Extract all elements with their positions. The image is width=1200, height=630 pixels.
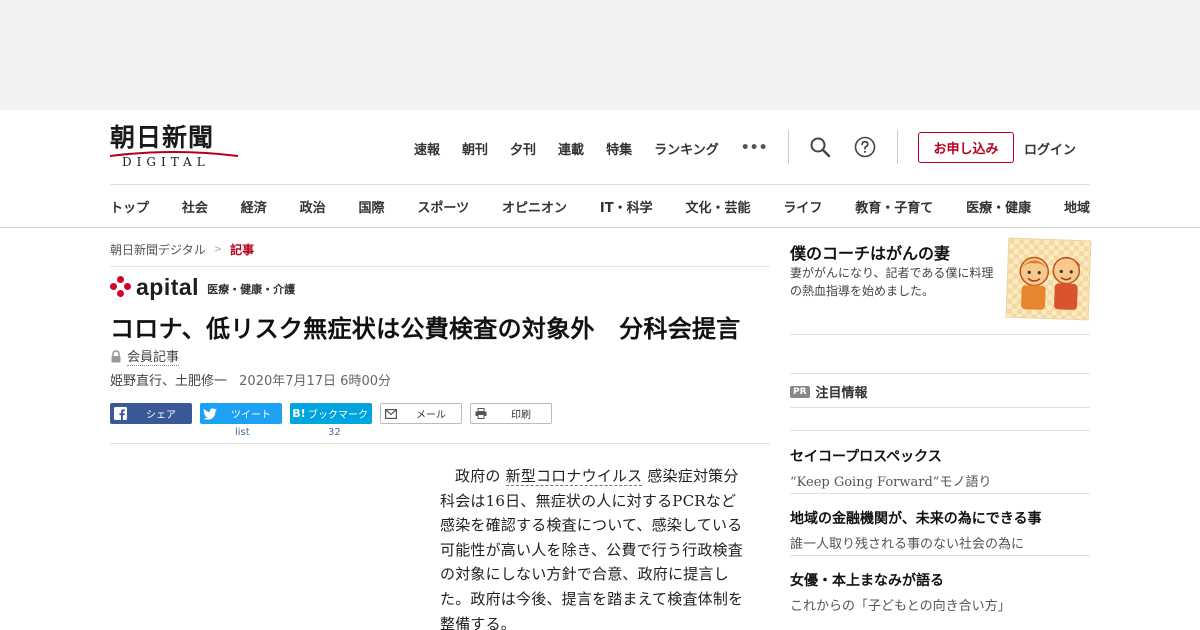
publish-date: 2020年7月17日 6時00分 (239, 374, 391, 389)
promo-illustration[interactable] (1005, 237, 1092, 321)
twitter-share-button[interactable]: ツイート (200, 403, 282, 424)
apital-logo-icon (110, 276, 132, 298)
pr-item-title: 地域の金融機関が、未来の為にできる事 (790, 511, 1042, 527)
article-body-text: 政府の (455, 467, 501, 485)
logo-name-jp: 朝日新聞 (110, 123, 215, 152)
promo-description: 妻ががんになり、記者である僕に料理の熱血指導を始めました。 (790, 266, 994, 298)
hatena-count[interactable]: 32 (328, 427, 341, 438)
top-nav-item[interactable]: 朝刊 (462, 139, 488, 158)
pr-item[interactable]: 地域の金融機関が、未来の為にできる事 誰一人取り残される事のない社会の為に (790, 508, 1090, 552)
pr-item[interactable]: セイコープロスペックス “Keep Going Forward”モノ語り (790, 446, 1090, 490)
divider (790, 555, 1090, 556)
pr-label: 注目情報 (815, 386, 868, 401)
pr-item-description: “Keep Going Forward”モノ語り (790, 475, 992, 490)
facebook-icon (110, 407, 130, 420)
mail-icon (381, 408, 401, 419)
section-brand-name: apital (136, 274, 200, 300)
top-nav: 速報 朝刊 夕刊 連載 特集 ランキング ••• (414, 138, 768, 158)
promo-title[interactable]: 僕のコーチはがんの妻 (790, 240, 950, 264)
category-nav-item[interactable]: 政治 (300, 197, 326, 216)
pr-badge: PR (790, 385, 810, 398)
top-nav-item[interactable]: 特集 (606, 139, 632, 158)
breadcrumb-separator: > (213, 244, 223, 255)
divider (790, 334, 1090, 335)
category-nav-item[interactable]: ライフ (783, 197, 822, 216)
divider (790, 373, 1090, 374)
hatena-bookmark-button[interactable]: B! ブックマーク (290, 403, 372, 424)
top-nav-item[interactable]: ランキング (654, 139, 719, 158)
site-logo[interactable]: 朝日新聞 DIGITAL (110, 124, 242, 170)
header-separator (897, 130, 898, 164)
facebook-share-label: シェア (146, 410, 176, 421)
category-nav-item[interactable]: 地域 (1064, 197, 1090, 216)
subscribe-button[interactable]: お申し込み (918, 132, 1014, 163)
category-nav-item[interactable]: オピニオン (502, 197, 567, 216)
category-nav-item[interactable]: スポーツ (417, 197, 469, 216)
keyword-link[interactable]: 新型コロナウイルス (505, 467, 643, 486)
hatena-bookmark-icon: B! (292, 407, 306, 420)
member-badge: 会員記事 (110, 346, 180, 366)
author-names: 姫野直行、土肥修一 (110, 374, 228, 389)
pr-item-description: これからの「子どもとの向き合い方」 (790, 599, 1011, 614)
category-nav-item[interactable]: 文化・芸能 (685, 197, 750, 216)
header-separator (788, 130, 789, 164)
mail-share-button[interactable]: メール (380, 403, 462, 424)
more-menu-button[interactable]: ••• (741, 140, 768, 156)
category-nav: トップ 社会 経済 政治 国際 スポーツ オピニオン IT・科学 文化・芸能 ラ… (110, 197, 1090, 216)
divider (790, 430, 1090, 431)
breadcrumb: 朝日新聞デジタル > 記事 (110, 241, 254, 258)
divider (110, 266, 770, 267)
article-title: コロナ、低リスク無症状は公費検査の対象外 分科会提言 (110, 315, 741, 343)
top-nav-item[interactable]: 連載 (558, 139, 584, 158)
category-nav-item[interactable]: 教育・子育て (855, 197, 933, 216)
article-body-text: 感染症対策分科会は16日、無症状の人に対するPCRなど感染を確認する検査について… (440, 467, 744, 630)
header-divider (110, 184, 1090, 185)
pr-item-description: 誰一人取り残される事のない社会の為に (790, 537, 1025, 552)
twitter-count[interactable]: list (235, 427, 250, 438)
member-label: 会員記事 (127, 346, 180, 366)
category-nav-item[interactable]: IT・科学 (600, 197, 653, 216)
category-nav-item[interactable]: 社会 (182, 197, 208, 216)
pr-item[interactable]: 女優・本上まなみが語る これからの「子どもとの向き合い方」 (790, 570, 1090, 614)
divider (110, 443, 770, 444)
breadcrumb-current[interactable]: 記事 (230, 241, 254, 258)
top-nav-item[interactable]: 速報 (414, 139, 440, 158)
print-button[interactable]: 印刷 (470, 403, 552, 424)
printer-icon (471, 408, 491, 419)
ad-banner (0, 0, 1200, 110)
breadcrumb-home[interactable]: 朝日新聞デジタル (110, 241, 206, 258)
logo-name-en: DIGITAL (122, 155, 210, 169)
divider (790, 407, 1090, 408)
twitter-icon (200, 407, 220, 420)
divider (790, 493, 1090, 494)
category-nav-item[interactable]: 国際 (359, 197, 385, 216)
byline: 姫野直行、土肥修一 2020年7月17日 6時00分 (110, 370, 391, 389)
section-tag: 医療・健康・介護 (207, 283, 296, 296)
pr-header: PR 注目情報 (790, 382, 868, 401)
mail-share-label: メール (416, 410, 446, 421)
article-body: 政府の 新型コロナウイルス 感染症対策分科会は16日、無症状の人に対するPCRな… (440, 464, 748, 630)
help-icon[interactable] (853, 135, 879, 161)
facebook-share-button[interactable]: シェア (110, 403, 192, 424)
section-brand[interactable]: apital 医療・健康・介護 (110, 274, 296, 300)
pr-item-title: セイコープロスペックス (790, 449, 942, 465)
site-header: 朝日新聞 DIGITAL 速報 朝刊 夕刊 連載 特集 ランキング ••• お申… (0, 110, 1200, 228)
search-icon[interactable] (808, 135, 834, 161)
top-nav-item[interactable]: 夕刊 (510, 139, 536, 158)
print-label: 印刷 (511, 410, 531, 421)
twitter-share-label: ツイート (231, 410, 271, 421)
category-nav-item[interactable]: トップ (110, 197, 149, 216)
pr-item-title: 女優・本上まなみが語る (790, 573, 944, 589)
category-nav-item[interactable]: 医療・健康 (966, 197, 1031, 216)
category-nav-item[interactable]: 経済 (241, 197, 267, 216)
login-link[interactable]: ログイン (1024, 139, 1076, 158)
lock-icon (111, 349, 121, 362)
hatena-bookmark-label: ブックマーク (308, 410, 368, 421)
